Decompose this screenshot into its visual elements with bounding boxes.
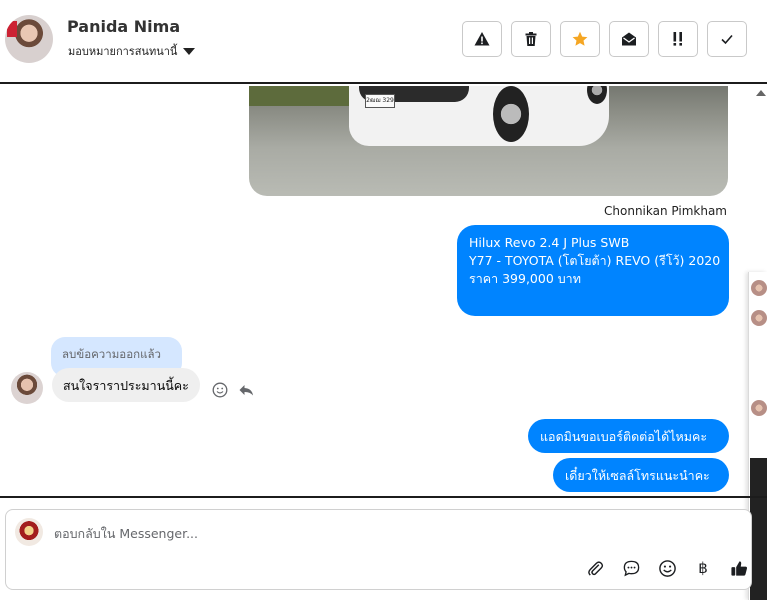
contact-avatar-small (11, 372, 43, 404)
listing-line-2: Y77 - TOYOTA (โตโยต้า) REVO (รีโว้) 2020 (469, 253, 721, 268)
baht-icon: ฿ (698, 559, 708, 577)
outgoing-message[interactable]: เดี๋ยวให้เซลล์โทรแนะนำคะ (553, 458, 729, 492)
paperclip-icon (587, 560, 603, 576)
listing-price: ราคา 399,000 บาท (469, 271, 581, 286)
car-photo-attachment[interactable]: 2ฒฌ 329 (249, 86, 728, 196)
warning-icon (474, 32, 490, 46)
avatar-badge (7, 21, 17, 37)
composer-tools: ฿ (584, 557, 750, 579)
contact-name[interactable]: Panida Nima (67, 17, 180, 36)
composer-divider (0, 496, 767, 498)
photo-license-plate: 2ฒฌ 329 (365, 94, 395, 108)
side-avatar (751, 280, 767, 296)
reply-composer: ฿ (5, 509, 752, 590)
message-actions (212, 382, 254, 398)
like-button[interactable] (728, 557, 750, 579)
thumbs-up-icon (730, 560, 747, 576)
sender-name: Chonnikan Pimkham (604, 204, 727, 218)
conversation-header: Panida Nima มอบหมายการสนทนานี้ (0, 0, 767, 84)
reply-input[interactable] (54, 522, 554, 544)
incoming-message[interactable]: สนใจราราประมานนี้คะ (52, 368, 200, 402)
follow-up-button[interactable] (658, 21, 698, 57)
side-panel-dark-area (750, 458, 767, 600)
caret-down-icon (183, 47, 196, 55)
mark-unread-button[interactable] (609, 21, 649, 57)
photo-background (249, 86, 359, 106)
assign-conversation-dropdown[interactable]: มอบหมายการสนทนานี้ (68, 42, 196, 60)
spam-button[interactable] (462, 21, 502, 57)
scroll-up-arrow[interactable] (756, 90, 766, 96)
outgoing-message[interactable]: แอดมินขอเบอร์ติดต่อได้ไหมคะ (528, 419, 729, 453)
trash-icon (525, 32, 537, 46)
done-button[interactable] (707, 21, 747, 57)
outgoing-message-listing[interactable]: Hilux Revo 2.4 J Plus SWB Y77 - TOYOTA (… (457, 225, 729, 316)
delete-button[interactable] (511, 21, 551, 57)
chat-bubble-icon (623, 560, 639, 576)
photo-wheel (493, 86, 529, 142)
star-button[interactable] (560, 21, 600, 57)
envelope-open-icon (622, 32, 636, 46)
saved-replies-button[interactable] (620, 557, 642, 579)
side-avatar (751, 310, 767, 326)
page-avatar (15, 518, 43, 546)
listing-line-1: Hilux Revo 2.4 J Plus SWB (469, 235, 630, 250)
conversation-actions (462, 21, 747, 57)
check-icon (721, 34, 733, 45)
smiley-react-icon[interactable] (212, 382, 228, 398)
reply-icon[interactable] (238, 382, 254, 398)
payment-button[interactable]: ฿ (692, 557, 714, 579)
message-thread[interactable]: 2ฒฌ 329 Chonnikan Pimkham Hilux Revo 2.4… (0, 86, 767, 496)
emoji-button[interactable] (656, 557, 678, 579)
double-exclamation-icon (673, 32, 682, 46)
star-icon (572, 31, 588, 46)
assign-label: มอบหมายการสนทนานี้ (68, 45, 178, 58)
contact-avatar[interactable] (5, 15, 53, 63)
side-avatar (751, 400, 767, 416)
smiley-icon (658, 559, 676, 577)
attach-button[interactable] (584, 557, 606, 579)
